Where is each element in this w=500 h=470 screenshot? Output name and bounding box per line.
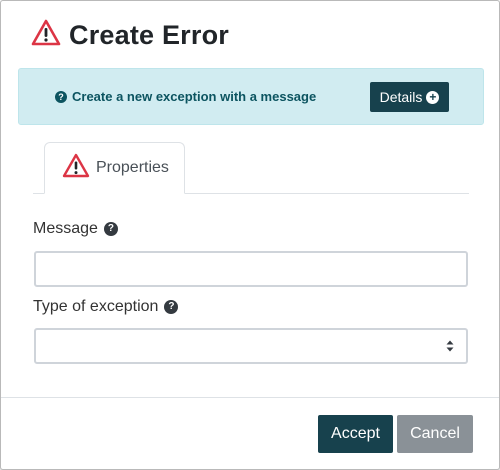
message-input[interactable] xyxy=(34,251,468,287)
help-icon[interactable]: ? xyxy=(103,222,118,236)
accept-button[interactable]: Accept xyxy=(318,415,393,453)
dialog-header: Create Error xyxy=(31,17,229,53)
tab-properties[interactable]: Properties xyxy=(44,142,185,194)
details-button[interactable]: Details + xyxy=(370,82,449,112)
exception-type-label-text: Type of exception xyxy=(33,298,159,315)
tab-properties-label: Properties xyxy=(96,159,169,176)
details-button-label: Details xyxy=(379,89,423,105)
footer-divider xyxy=(1,397,499,398)
info-banner: ? Create a new exception with a message … xyxy=(18,68,484,125)
create-error-dialog: Create Error ? Create a new exception wi… xyxy=(0,0,500,470)
question-circle-icon: ? xyxy=(55,91,67,103)
select-arrows-icon xyxy=(446,340,454,352)
dialog-title: Create Error xyxy=(69,19,229,50)
info-banner-text: Create a new exception with a message xyxy=(72,89,317,104)
exception-type-label: Type of exception ? xyxy=(33,298,179,316)
plus-circle-icon: + xyxy=(426,90,440,104)
message-label: Message ? xyxy=(33,220,118,238)
cancel-button[interactable]: Cancel xyxy=(397,415,473,453)
exception-type-select[interactable] xyxy=(34,328,468,364)
warning-triangle-icon xyxy=(31,19,61,51)
message-label-text: Message xyxy=(33,220,98,237)
help-icon[interactable]: ? xyxy=(164,300,179,314)
warning-triangle-icon xyxy=(62,153,90,183)
